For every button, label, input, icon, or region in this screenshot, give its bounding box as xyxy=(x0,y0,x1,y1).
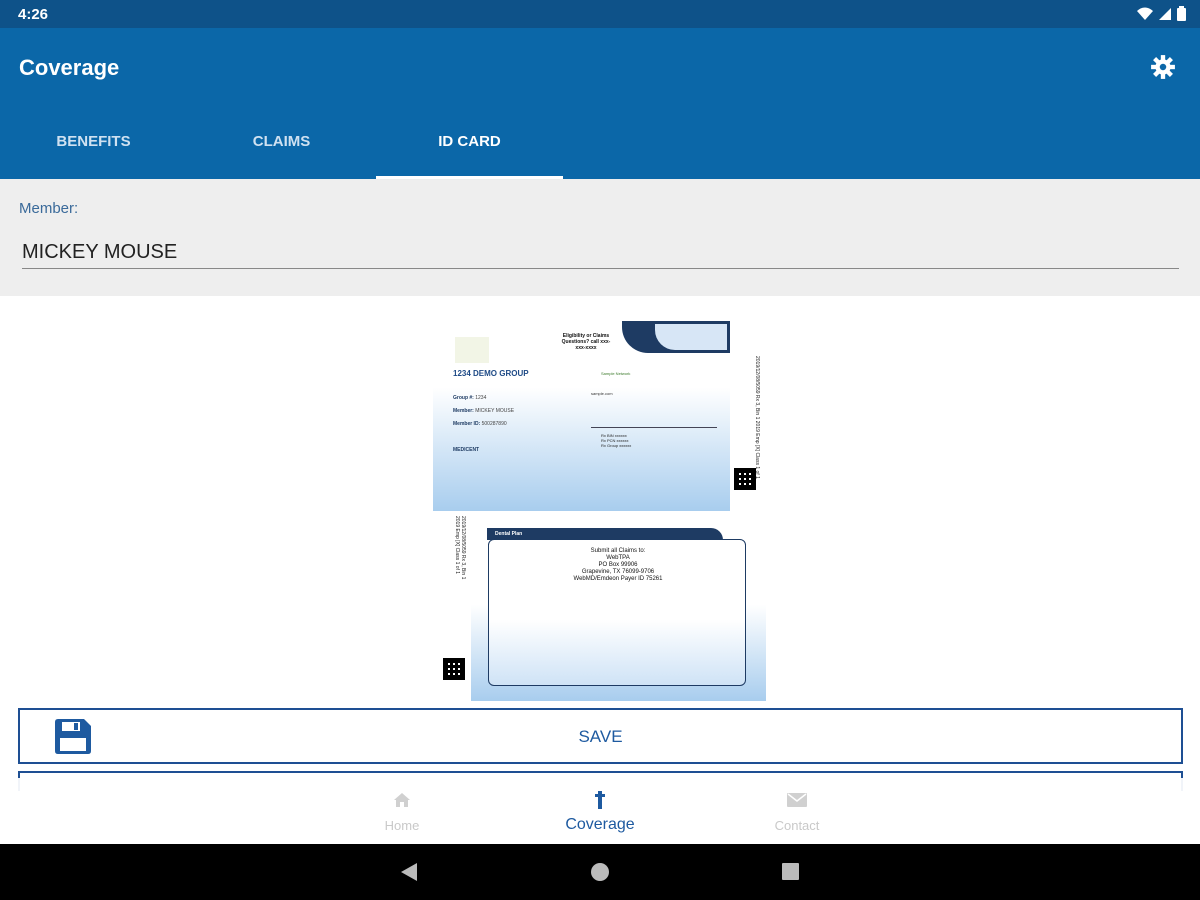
tab-id-card[interactable]: ID CARD xyxy=(376,113,563,179)
signal-icon xyxy=(1159,7,1171,20)
mail-icon xyxy=(787,793,807,807)
card-back-text: Submit all Claims to: WebTPA PO Box 9990… xyxy=(573,548,663,582)
recents-icon[interactable] xyxy=(782,863,799,880)
back-barcode-text: 2019/12/08/5059 Rx 3, Bin 1 2019 Emp [X]… xyxy=(454,516,466,580)
tab-benefits[interactable]: BENEFITS xyxy=(0,113,187,179)
front-barcode-text: 2019/12/08/5059 Rx 3, Bin 1 2019 Emp [X]… xyxy=(754,356,760,479)
card-member-field: Member: MICKEY MOUSE xyxy=(453,408,514,414)
id-card-front: Eligibility or Claims Questions? call xx… xyxy=(433,321,730,511)
nav-label-coverage: Coverage xyxy=(565,816,635,833)
save-button-label: SAVE xyxy=(578,727,623,746)
nav-label-contact: Contact xyxy=(774,818,820,833)
page-title: Coverage xyxy=(19,55,120,80)
card-member-id-label: Member ID: xyxy=(453,421,481,427)
app-bar: Coverage BENEFITS CLAIMS ID CARD xyxy=(0,28,1200,179)
gear-icon[interactable] xyxy=(1150,54,1176,80)
id-card-image: Eligibility or Claims Questions? call xx… xyxy=(0,296,1200,706)
back-icon[interactable] xyxy=(400,863,418,881)
nav-label-home: Home xyxy=(384,818,420,833)
card-url: sample.com xyxy=(591,391,613,396)
card-logo-tab-inner xyxy=(655,324,727,350)
back-qr-code xyxy=(443,658,465,680)
card-member-id-field: Member ID: 500287890 xyxy=(453,421,507,427)
status-icons xyxy=(1137,6,1186,21)
system-nav-bar xyxy=(0,844,1200,900)
wifi-icon xyxy=(1137,7,1153,20)
save-button[interactable]: SAVE xyxy=(18,708,1183,764)
card-group-name: 1234 DEMO GROUP xyxy=(453,369,529,378)
bottom-nav: Home Coverage Contact xyxy=(0,778,1200,844)
battery-icon xyxy=(1177,6,1186,21)
card-back-box: Submit all Claims to: WebTPA PO Box 9990… xyxy=(488,539,746,686)
card-group-field: Group #: 1234 xyxy=(453,395,486,401)
card-divider xyxy=(591,427,717,428)
member-select[interactable]: MICKEY MOUSE xyxy=(22,235,1179,269)
card-logo xyxy=(455,337,489,363)
card-group-value: 1234 xyxy=(475,395,487,401)
tab-claims[interactable]: CLAIMS xyxy=(188,113,375,179)
status-bar: 4:26 xyxy=(0,0,1200,28)
nav-item-home[interactable]: Home xyxy=(342,790,462,833)
member-label: Member: xyxy=(19,200,79,217)
card-coverage-label: MEDICENT xyxy=(453,447,480,453)
id-card-back: Dental Plan Submit all Claims to: WebTPA… xyxy=(471,526,766,701)
front-qr-code xyxy=(734,468,756,490)
card-member-label: Member: xyxy=(453,408,474,414)
card-contact-text: Eligibility or Claims Questions? call xx… xyxy=(561,333,611,351)
home-icon xyxy=(394,793,410,807)
card-member-value: MICKEY MOUSE xyxy=(475,408,515,414)
card-partner-logo: Sample Network xyxy=(601,371,631,376)
tab-bar: BENEFITS CLAIMS ID CARD xyxy=(0,113,1200,179)
member-panel: Member: MICKEY MOUSE xyxy=(0,179,1200,296)
card-member-id-value: 500287890 xyxy=(481,421,507,427)
nav-item-coverage[interactable]: Coverage xyxy=(540,790,660,834)
card-group-label: Group #: xyxy=(453,395,474,401)
status-time: 4:26 xyxy=(18,6,49,23)
card-rx-info: Rx BIN xxxxxx Rx PCN xxxxxx Rx Group xxx… xyxy=(601,433,632,448)
nav-item-contact[interactable]: Contact xyxy=(737,790,857,833)
card-logo-tab xyxy=(622,321,730,353)
home-circle-icon[interactable] xyxy=(591,863,609,881)
coverage-icon xyxy=(595,791,605,809)
